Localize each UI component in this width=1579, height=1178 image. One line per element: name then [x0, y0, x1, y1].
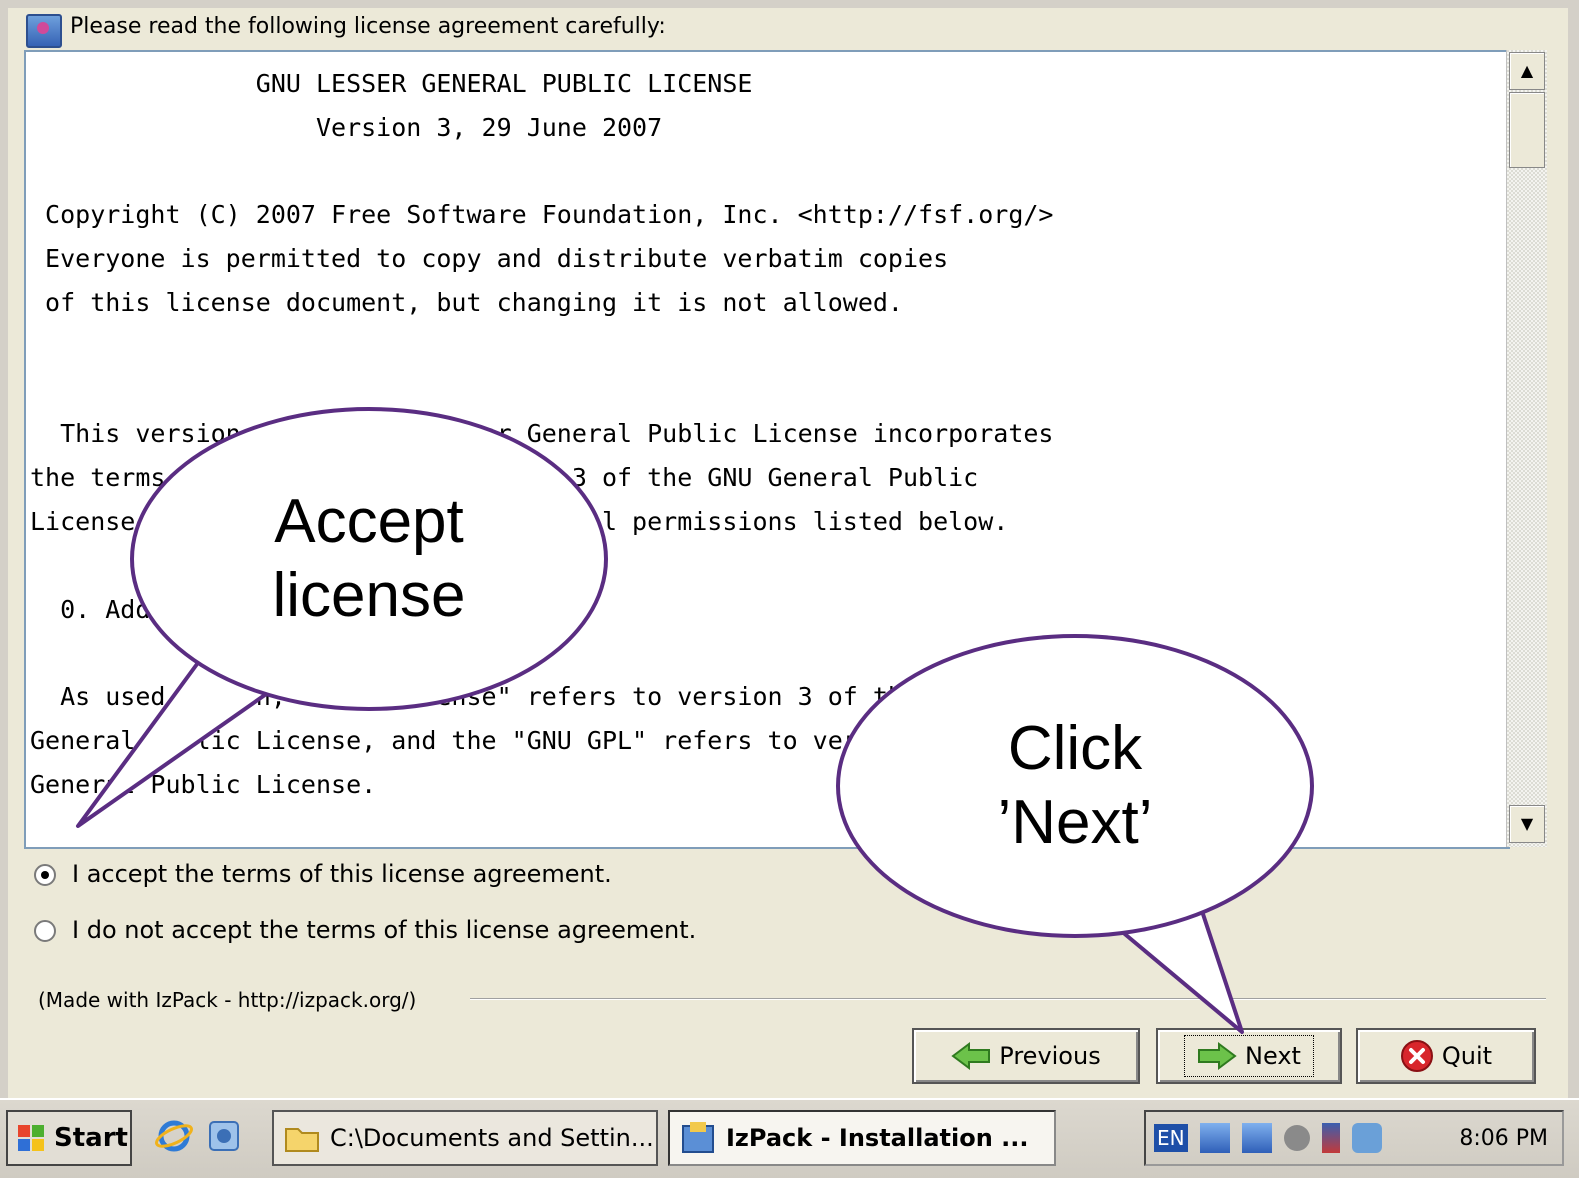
click-next-callout: Click ’Next’ — [836, 634, 1314, 938]
accept-license-callout: Accept license — [130, 407, 608, 711]
